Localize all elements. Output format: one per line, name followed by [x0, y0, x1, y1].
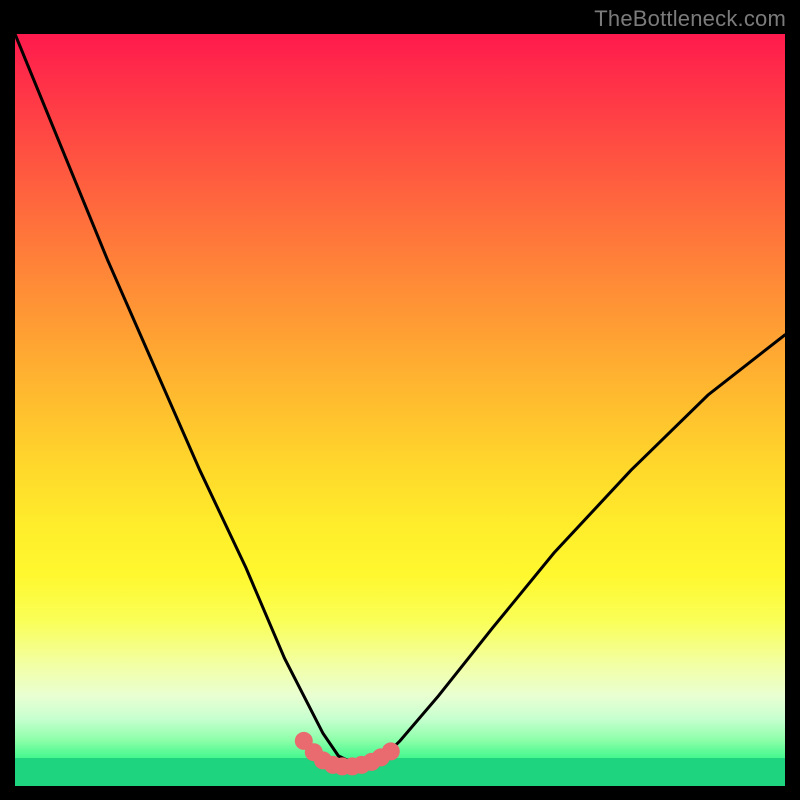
watermark-text: TheBottleneck.com — [594, 6, 786, 32]
marker-dot — [382, 742, 400, 760]
chart-frame: TheBottleneck.com — [0, 0, 800, 800]
chart-plot-area — [15, 34, 785, 786]
chart-svg — [15, 34, 785, 786]
bottleneck-curve — [15, 34, 785, 763]
optimal-zone-markers — [295, 732, 400, 776]
